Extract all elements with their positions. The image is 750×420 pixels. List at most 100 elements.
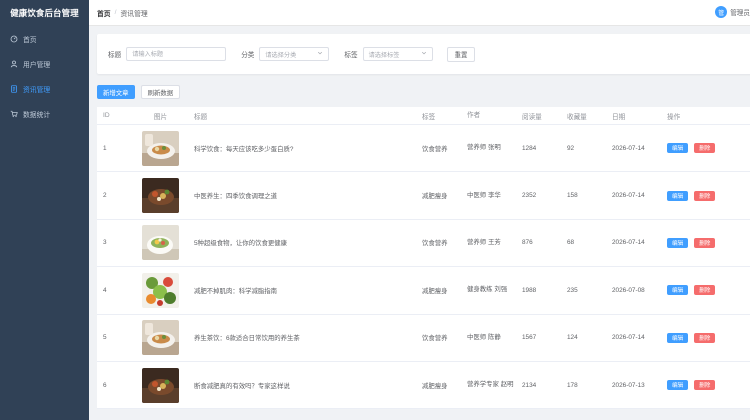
row-date: 2026-07-08 (612, 286, 645, 294)
cart-icon (9, 109, 19, 119)
edit-button[interactable]: 编辑 (667, 332, 689, 343)
sidebar-item-label: 资讯管理 (23, 86, 51, 94)
sidebar-item-label: 首页 (23, 36, 37, 44)
column-header-author: 作者 (467, 111, 481, 119)
row-title: 中医养生：四季饮食调理之道 (194, 193, 278, 201)
row-favorites: 68 (567, 239, 575, 247)
table-header: ID 图片 标题 标签 作者 阅读量 收藏量 日期 操作 (97, 107, 750, 125)
user-name[interactable]: 管理员 (730, 7, 750, 17)
column-header-actions: 操作 (667, 113, 681, 121)
table-row: 3 5种超级食物，让你的饮食更健康 饮食营养 营养师 王芳 876 68 2026-07-1… (97, 220, 750, 268)
row-thumbnail-cell (133, 272, 188, 308)
sidebar: 健康饮食后台管理 首页 用户管理 资讯管理 数据统计 (0, 0, 89, 420)
row-title: 科学饮食：每天应该吃多少蛋白质? (194, 145, 294, 153)
category-filter-label: 分类 (241, 52, 255, 59)
table-row: 6 断食减肥真的有效吗？专家这样说 减肥瘦身 营养学专家 赵明 2134 178 2026-… (97, 362, 750, 410)
tag-select[interactable]: 请选择标签 (362, 47, 433, 61)
column-header-image: 图片 (153, 113, 168, 121)
row-tag: 减肥瘦身 (422, 382, 448, 390)
row-date: 2026-07-14 (612, 239, 645, 247)
row-id: 2 (103, 192, 107, 200)
delete-button[interactable]: 删除 (694, 332, 716, 343)
delete-button[interactable]: 删除 (694, 190, 716, 201)
breadcrumb: 首页 / 资讯管理 (97, 8, 148, 18)
row-title: 5种超级食物，让你的饮食更健康 (194, 240, 288, 248)
row-actions: 编辑 删除 (661, 285, 750, 296)
column-header-favorites: 收藏量 (567, 113, 587, 121)
breadcrumb-home[interactable]: 首页 (97, 8, 111, 18)
delete-button[interactable]: 删除 (694, 380, 716, 391)
row-tag: 减肥瘦身 (422, 193, 448, 201)
row-date: 2026-07-14 (612, 144, 645, 152)
document-icon (9, 84, 19, 94)
edit-button[interactable]: 编辑 (667, 285, 689, 296)
row-favorites: 158 (567, 192, 578, 200)
row-views: 1567 (522, 334, 537, 342)
delete-button[interactable]: 删除 (694, 285, 716, 296)
articles-table: ID 图片 标题 标签 作者 阅读量 收藏量 日期 操作 1 科学饮食：每天应该吃… (97, 107, 750, 410)
row-title: 减肥不掉肌肉：科学减脂指南 (194, 287, 278, 295)
column-header-views: 阅读量 (522, 113, 542, 121)
category-select-placeholder: 请选择分类 (265, 51, 297, 59)
row-views: 876 (522, 239, 533, 247)
row-title: 断食减肥真的有效吗？专家这样说 (194, 382, 290, 390)
filter-bar: 标题 分类 请选择分类 标签 请选择标签 重置 (97, 34, 750, 74)
sidebar-item-stats[interactable]: 数据统计 (0, 101, 89, 126)
table-row: 1 科学饮食：每天应该吃多少蛋白质? 饮食营养 营养师 张明 1284 92 2026-07… (97, 125, 750, 173)
title-search-input[interactable] (126, 47, 227, 61)
sidebar-item-articles[interactable]: 资讯管理 (0, 76, 89, 101)
row-date: 2026-07-14 (612, 334, 645, 342)
avatar[interactable]: 管 (715, 6, 728, 18)
chevron-down-icon (421, 50, 427, 58)
row-actions: 编辑 删除 (661, 380, 750, 391)
sidebar-item-home[interactable]: 首页 (0, 26, 89, 51)
edit-button[interactable]: 编辑 (667, 143, 689, 154)
add-article-button[interactable]: 新增文章 (97, 85, 135, 99)
row-actions: 编辑 删除 (661, 237, 750, 248)
row-date: 2026-07-13 (612, 381, 645, 389)
sidebar-item-users[interactable]: 用户管理 (0, 51, 89, 76)
row-author: 营养师 王芳 (467, 238, 501, 246)
reset-button[interactable]: 重置 (446, 46, 476, 62)
row-views: 2352 (522, 192, 537, 200)
row-thumbnail-cell (133, 225, 188, 261)
chevron-down-icon (317, 50, 323, 58)
row-date: 2026-07-14 (612, 192, 645, 200)
row-thumbnail-image (142, 225, 179, 261)
row-id: 6 (103, 381, 107, 389)
breadcrumb-separator: / (114, 9, 117, 16)
user-menu[interactable]: 管 管理员 (715, 6, 750, 18)
row-thumbnail-cell (133, 178, 188, 214)
delete-button[interactable]: 删除 (694, 237, 716, 248)
delete-button[interactable]: 删除 (694, 143, 716, 154)
row-thumbnail-image (142, 178, 179, 214)
column-header-date: 日期 (612, 113, 626, 121)
tag-filter-label: 标签 (344, 52, 358, 59)
edit-button[interactable]: 编辑 (667, 380, 689, 391)
row-id: 3 (103, 239, 107, 247)
row-views: 1284 (522, 144, 537, 152)
row-author: 中医师 陈静 (467, 333, 501, 341)
refresh-data-button[interactable]: 刷新数据 (140, 85, 181, 99)
row-author: 营养师 张明 (467, 144, 501, 152)
row-thumbnail-image (142, 367, 179, 403)
column-header-tag: 标签 (422, 113, 436, 121)
category-select[interactable]: 请选择分类 (259, 47, 330, 61)
top-header: 首页 / 资讯管理 管 管理员 (89, 0, 750, 26)
row-id: 5 (103, 334, 107, 342)
tag-select-placeholder: 请选择标签 (368, 51, 400, 59)
row-actions: 编辑 删除 (661, 190, 750, 201)
column-header-title: 标题 (194, 113, 208, 121)
app-title: 健康饮食后台管理 (10, 8, 79, 18)
row-views: 2134 (522, 381, 537, 389)
row-thumbnail-cell (133, 367, 188, 403)
row-tag: 饮食营养 (422, 240, 448, 248)
row-favorites: 178 (567, 381, 578, 389)
row-tag: 饮食营养 (422, 145, 448, 153)
row-tag: 减肥瘦身 (422, 287, 448, 295)
edit-button[interactable]: 编辑 (667, 237, 689, 248)
row-thumbnail-cell (133, 320, 188, 356)
edit-button[interactable]: 编辑 (667, 190, 689, 201)
table-actions: 新增文章 刷新数据 (97, 85, 750, 99)
row-id: 1 (103, 144, 107, 152)
